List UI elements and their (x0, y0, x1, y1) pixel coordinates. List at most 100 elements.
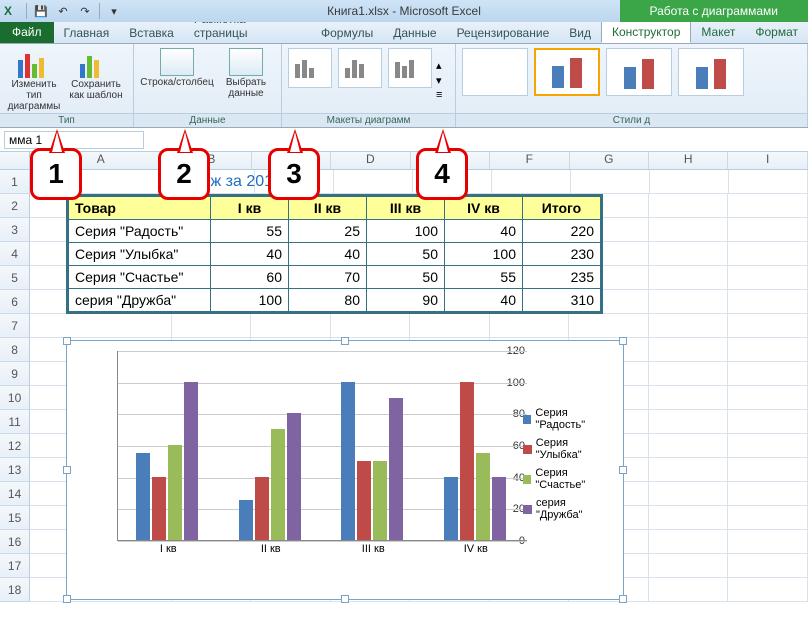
select-all-corner[interactable] (0, 152, 30, 169)
resize-handle[interactable] (341, 337, 349, 345)
cell[interactable] (490, 314, 570, 338)
col-header-I[interactable]: I (728, 152, 807, 169)
cell[interactable] (728, 554, 808, 578)
cell[interactable] (569, 314, 649, 338)
undo-icon[interactable]: ↶ (55, 3, 71, 19)
row-header[interactable]: 11 (0, 410, 30, 434)
bar[interactable] (389, 398, 403, 541)
resize-handle[interactable] (619, 337, 627, 345)
cell[interactable] (172, 314, 252, 338)
row-header[interactable]: 5 (0, 266, 30, 290)
row-header[interactable]: 9 (0, 362, 30, 386)
row-header[interactable]: 13 (0, 458, 30, 482)
tab-review[interactable]: Рецензирование (447, 23, 560, 43)
bar[interactable] (476, 453, 490, 540)
cell[interactable] (649, 266, 729, 290)
cell[interactable] (728, 362, 808, 386)
col-header-G[interactable]: G (570, 152, 649, 169)
save-icon[interactable]: 💾 (33, 3, 49, 19)
resize-handle[interactable] (619, 466, 627, 474)
row-header[interactable]: 18 (0, 578, 30, 602)
bar[interactable] (373, 461, 387, 540)
cell[interactable] (649, 554, 729, 578)
table-cell[interactable]: 55 (445, 266, 523, 289)
resize-handle[interactable] (63, 466, 71, 474)
cell[interactable] (492, 170, 571, 194)
table-cell[interactable]: Серия "Улыбка" (69, 243, 211, 266)
row-header[interactable]: 15 (0, 506, 30, 530)
bar[interactable] (152, 477, 166, 540)
bar[interactable] (271, 429, 285, 540)
table-cell[interactable]: 50 (367, 243, 445, 266)
cell[interactable] (728, 386, 808, 410)
redo-icon[interactable]: ↷ (77, 3, 93, 19)
cell[interactable] (251, 314, 331, 338)
cell[interactable] (571, 170, 650, 194)
chart-layout-1[interactable] (288, 48, 332, 88)
cell[interactable] (649, 362, 729, 386)
row-header[interactable]: 3 (0, 218, 30, 242)
cell[interactable] (728, 506, 808, 530)
bar[interactable] (239, 500, 253, 540)
table-cell[interactable]: 100 (211, 289, 289, 312)
table-cell[interactable]: 40 (445, 220, 523, 243)
qat-more-icon[interactable]: ▾ (106, 3, 122, 19)
table-cell[interactable]: 25 (289, 220, 367, 243)
layouts-up-icon[interactable]: ▴ (436, 59, 450, 72)
resize-handle[interactable] (63, 337, 71, 345)
save-as-template-button[interactable]: Сохранить как шаблон (66, 46, 126, 113)
row-header[interactable]: 14 (0, 482, 30, 506)
cell[interactable] (649, 386, 729, 410)
cell[interactable] (728, 242, 808, 266)
cell[interactable] (728, 218, 808, 242)
col-header-D[interactable]: D (331, 152, 410, 169)
row-header[interactable]: 6 (0, 290, 30, 314)
file-tab[interactable]: Файл (0, 21, 54, 43)
cell[interactable] (728, 530, 808, 554)
cell[interactable] (729, 170, 808, 194)
table-cell[interactable]: 100 (445, 243, 523, 266)
cell[interactable] (649, 194, 729, 218)
row-header[interactable]: 8 (0, 338, 30, 362)
cell[interactable] (649, 578, 729, 602)
tab-data[interactable]: Данные (383, 23, 446, 43)
bar[interactable] (184, 382, 198, 540)
data-table[interactable]: ТоварI квII квIII квIV квИтогоСерия "Рад… (66, 194, 603, 314)
cell[interactable] (649, 434, 729, 458)
cell[interactable] (649, 506, 729, 530)
cell[interactable] (728, 338, 808, 362)
cell[interactable] (728, 410, 808, 434)
cell[interactable] (649, 458, 729, 482)
col-header-H[interactable]: H (649, 152, 728, 169)
layouts-down-icon[interactable]: ▾ (436, 74, 450, 87)
table-cell[interactable]: серия "Дружба" (69, 289, 211, 312)
select-data-button[interactable]: Выбрать данные (218, 46, 274, 113)
bar[interactable] (357, 461, 371, 540)
table-cell[interactable]: 220 (523, 220, 601, 243)
table-cell[interactable]: Серия "Счастье" (69, 266, 211, 289)
table-cell[interactable]: 310 (523, 289, 601, 312)
cell[interactable] (649, 218, 729, 242)
bar[interactable] (444, 477, 458, 540)
bar[interactable] (492, 477, 506, 540)
name-box[interactable]: мма 1 (4, 131, 144, 149)
cell[interactable] (728, 290, 808, 314)
tab-design[interactable]: Конструктор (601, 20, 691, 43)
row-header[interactable]: 17 (0, 554, 30, 578)
table-cell[interactable]: 60 (211, 266, 289, 289)
chart-legend[interactable]: Серия "Радость"Серия "Улыбка"Серия "Счас… (523, 401, 615, 527)
table-cell[interactable]: 40 (289, 243, 367, 266)
table-cell[interactable]: Серия "Радость" (69, 220, 211, 243)
embedded-chart[interactable]: 020406080100120I квII квIII квIV квСерия… (66, 340, 624, 600)
cell[interactable] (728, 458, 808, 482)
bar[interactable] (287, 413, 301, 540)
cell[interactable] (649, 482, 729, 506)
table-cell[interactable]: 70 (289, 266, 367, 289)
table-cell[interactable]: 80 (289, 289, 367, 312)
cell[interactable] (649, 410, 729, 434)
col-header-F[interactable]: F (490, 152, 569, 169)
cell[interactable] (649, 290, 729, 314)
cell[interactable] (649, 242, 729, 266)
row-header[interactable]: 7 (0, 314, 30, 338)
tab-home[interactable]: Главная (54, 23, 120, 43)
